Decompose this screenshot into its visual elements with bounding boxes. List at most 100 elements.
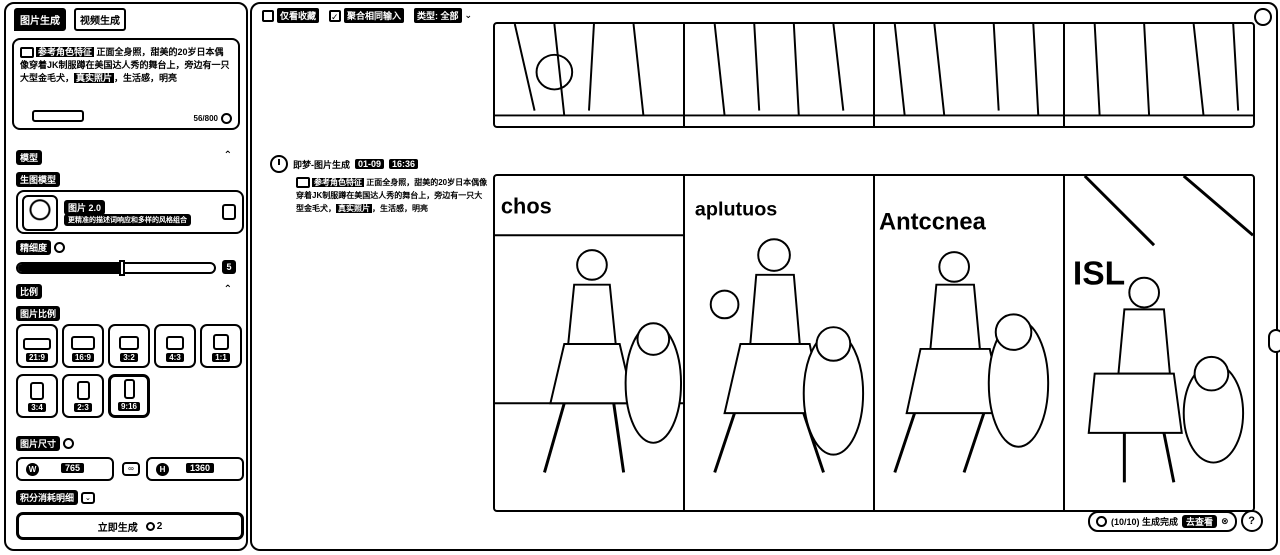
image-sketch: chos [495,194,683,473]
merge-filter[interactable]: ✓ 聚合相同输入 [329,8,405,23]
banner-text: Antccnea [879,209,987,235]
ratio-shape-icon [166,336,184,350]
image-ratio-label: 图片比例 [16,306,61,321]
height-input[interactable]: H 1360 [146,457,244,481]
ratio-label-text: 3:2 [120,353,138,362]
left-panel: 图片生成 视频生成 参考角色特征 正面全身照，甜美的20岁日本偶像穿着JK制服蹲… [4,2,248,551]
size-info-icon[interactable] [63,438,75,449]
generation-header: 即梦-图片生成 01-09 16:36 [270,155,419,173]
model-selector[interactable]: 图片 2.0 更精准的描述词响应和多样的风格组合 [16,190,244,234]
generated-image[interactable]: chos [495,176,685,510]
generate-button[interactable]: 立即生成 2 [16,512,244,540]
model-name: 图片 2.0 [64,200,106,215]
generation-prompt[interactable]: 参考角色特征 正面全身照，甜美的20岁日本偶像穿着JK制服蹲在美国达人秀的舞台上… [296,176,488,215]
image-sketch: aplutuos [695,199,865,473]
prompt-textarea[interactable]: 参考角色特征 正面全身照，甜美的20岁日本偶像穿着JK制服蹲在美国达人秀的舞台上… [12,38,240,130]
status-bar: (10/10) 生成完成 去查看 ⊗ ? [1088,510,1263,532]
ratio-shape-icon [76,381,90,400]
width-value: 765 [60,463,84,473]
ratio-option-1-1[interactable]: 1:1 [200,324,242,368]
prompt-tag-placeholder[interactable] [32,110,84,122]
detail-slider[interactable] [16,260,216,276]
generated-image[interactable] [1065,24,1253,126]
switch-model-icon[interactable] [222,204,236,220]
ratio-label-text: 9:16 [117,402,140,411]
toolbar: 仅看收藏 ✓ 聚合相同输入 类型: 全部 ⌄ [262,8,472,23]
cost-value: 2 [156,520,163,532]
prompt-text: 参考角色特征 正面全身照，甜美的20岁日本偶像穿着JK制服蹲在美国达人秀的舞台上… [20,46,232,85]
generated-image[interactable] [875,24,1065,126]
checkbox-icon[interactable] [262,9,274,22]
generation-status: (10/10) 生成完成 去查看 ⊗ [1088,510,1237,532]
width-input[interactable]: W 765 [16,457,114,481]
chevron-down-icon[interactable]: ⌄ [81,491,95,504]
ratio-option-16-9[interactable]: 16:9 [62,324,104,368]
ratio-shape-icon [30,382,44,400]
checkbox-checked-icon[interactable]: ✓ [329,9,342,22]
banner-text: ISL [1073,256,1125,293]
gen-model-sublabel: 生图模型 [16,172,61,187]
model-label: 模型 [16,150,43,165]
ratio-option-3-4[interactable]: 3:4 [16,374,58,418]
ratio-option-4-3[interactable]: 4:3 [154,324,196,368]
ratio-option-2-3[interactable]: 2:3 [62,374,104,418]
detail-label-text: 精细度 [16,240,52,255]
type-filter-label: 类型: 全部 [414,8,462,23]
model-section-label: 模型 [16,150,43,165]
image-sketch [495,24,683,117]
ratio-shape-icon [123,379,135,399]
ratio-shape-icon [119,336,139,350]
tab-video-generation[interactable]: 视频生成 [74,8,126,31]
help-icon[interactable]: ? [1240,510,1263,532]
generated-image[interactable] [685,24,875,126]
generated-image[interactable]: Antccnea [875,176,1065,510]
credits-label: 积分消耗明细 [16,490,79,505]
collapse-ratio-icon[interactable]: ⌃ [224,284,232,295]
ratio-option-9-16[interactable]: 9:16 [108,374,150,418]
ratio-option-3-2[interactable]: 3:2 [108,324,150,368]
size-label-text: 图片尺寸 [16,436,61,451]
reference-image-icon [20,47,34,59]
ratio-label-text: 1:1 [212,353,230,362]
scroll-handle[interactable] [1268,329,1280,353]
credits-detail[interactable]: 积分消耗明细 ⌄ [16,490,95,505]
banner-text: aplutuos [695,199,777,221]
slider-thumb[interactable] [118,260,125,276]
view-button[interactable]: 去查看 [1182,514,1218,528]
ratio-label-text: 16:9 [71,353,94,362]
credit-coin-icon [145,521,155,531]
type-filter-dropdown[interactable]: 类型: 全部 ⌄ [414,8,472,23]
model-desc-text: 更精准的描述词响应和多样的风格组合 [64,214,191,226]
ratio-shape-icon [213,334,229,350]
prompt-segment: 参考角色特征 [36,47,95,57]
info-icon[interactable] [221,113,232,124]
model-description: 更精准的描述词响应和多样的风格组合 [64,214,191,226]
close-icon[interactable]: ⊗ [1221,516,1229,527]
detail-label: 精细度 [16,240,66,255]
favorites-filter[interactable]: 仅看收藏 [262,8,320,23]
generated-image[interactable] [495,24,685,126]
height-value: 1360 [185,463,214,473]
merge-label: 聚合相同输入 [344,8,405,23]
ratio-shape-icon [71,336,95,350]
char-count-text: 56/800 [193,114,218,123]
ratio-label: 比例 [16,284,43,299]
panel-toggle-icon[interactable] [1254,8,1272,26]
model-name-text: 图片 2.0 [64,200,106,215]
detail-info-icon[interactable] [54,242,66,253]
ratio-option-21-9[interactable]: 21:9 [16,324,58,368]
generate-cost: 2 [145,520,163,532]
link-icon[interactable]: ∞ [122,462,140,476]
ratio-label-text: 21:9 [25,353,48,362]
chevron-down-icon: ⌄ [464,10,473,20]
image-sketch: Antccnea [879,209,1050,473]
width-prefix: W [26,463,39,476]
previous-image-strip [493,22,1255,128]
generated-image[interactable]: aplutuos [685,176,875,510]
generation-model-label: 生图模型 [16,172,61,187]
generated-image[interactable]: ISL [1065,176,1253,510]
generation-date: 01-09 [355,159,385,169]
ratio-label-text: 2:3 [74,403,92,412]
banner-text: chos [501,194,552,219]
collapse-model-icon[interactable]: ⌃ [224,150,232,161]
